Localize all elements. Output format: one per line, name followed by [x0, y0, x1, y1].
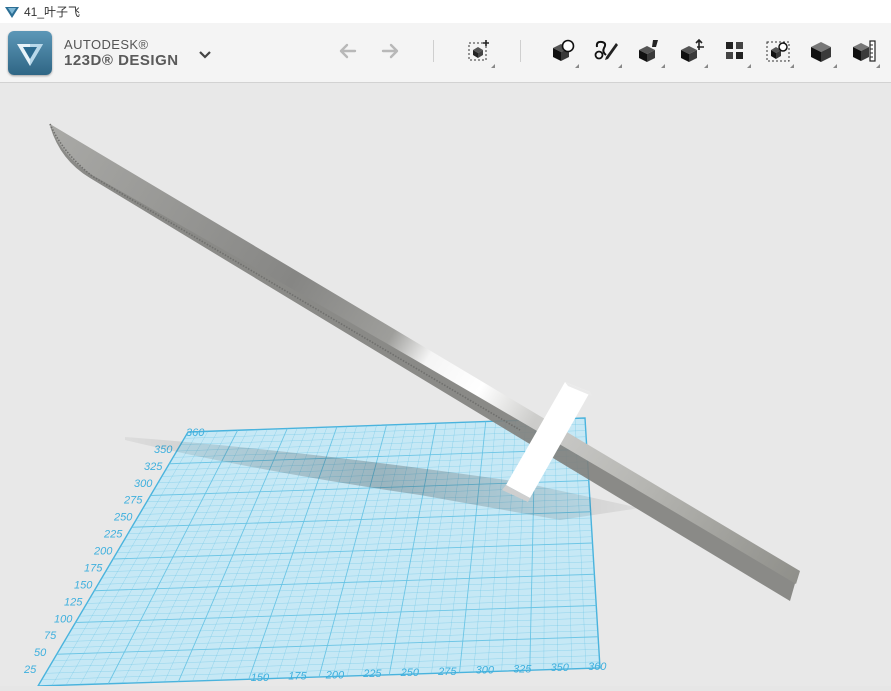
app-logo-icon	[17, 44, 43, 66]
y-axis-tick-label: 325	[144, 461, 163, 473]
dropdown-corner	[704, 64, 708, 68]
brand-product-name: 123D® DESIGN	[64, 52, 179, 69]
modify-button[interactable]	[675, 33, 709, 69]
combine-icon	[811, 42, 831, 62]
dropdown-corner	[790, 64, 794, 68]
y-axis-tick-label: 50	[34, 647, 47, 659]
toolbar-separator	[433, 40, 434, 62]
dropdown-corner	[661, 64, 665, 68]
app-logo[interactable]	[8, 31, 52, 75]
group-button[interactable]	[761, 33, 795, 69]
y-axis-tick-label: 250	[113, 512, 133, 524]
primitives-button[interactable]	[546, 33, 580, 69]
y-axis-tick-label: 125	[64, 596, 83, 608]
x-axis-tick-label: 225	[362, 668, 382, 680]
scene-canvas[interactable]: 25 50 75 100 125 150 175 200 225 250 275 300 325 350 1…	[0, 83, 891, 687]
sketch-icon	[594, 40, 618, 60]
x-axis-tick-label: 250	[400, 667, 420, 679]
x-axis-tick-label: 175	[288, 671, 307, 683]
construct-button[interactable]	[632, 33, 666, 69]
dropdown-corner	[876, 64, 880, 68]
dropdown-corner	[833, 64, 837, 68]
y-axis-tick-label: 100	[54, 613, 73, 625]
construct-icon	[639, 40, 658, 62]
measure-button[interactable]	[847, 33, 881, 69]
window-titlebar: 41_叶子飞	[0, 0, 891, 24]
dropdown-corner	[747, 64, 751, 68]
x-axis-tick-label: 300	[476, 665, 495, 677]
pattern-button[interactable]	[718, 33, 752, 69]
x-axis-tick-label: 350	[551, 662, 570, 674]
undo-icon	[339, 43, 357, 59]
dropdown-corner	[491, 64, 495, 68]
grid-corner-label: 360	[186, 427, 205, 439]
dropdown-corner	[618, 64, 622, 68]
x-axis-tick-label: 360	[588, 661, 607, 673]
pattern-icon	[726, 42, 743, 59]
toolbar-separator	[520, 40, 521, 62]
x-axis-tick-label: 275	[437, 666, 457, 678]
x-axis-tick-label: 325	[513, 663, 532, 675]
main-toolbar: AUTODESK® 123D® DESIGN	[0, 23, 891, 83]
y-axis-tick-label: 175	[84, 562, 103, 574]
primitives-icon	[553, 39, 575, 61]
modify-icon	[681, 38, 704, 62]
sketch-button[interactable]	[589, 33, 623, 69]
app-small-logo-icon	[5, 6, 19, 18]
transform-icon	[468, 40, 489, 61]
transform-button[interactable]	[462, 33, 496, 69]
undo-button[interactable]	[331, 33, 365, 69]
y-axis-tick-label: 300	[134, 478, 153, 490]
redo-icon	[381, 43, 399, 59]
y-axis-tick-label: 200	[93, 546, 113, 558]
y-axis-tick-label: 25	[23, 664, 37, 676]
brand-autodesk: AUTODESK®	[64, 37, 149, 52]
combine-button[interactable]	[804, 33, 838, 69]
redo-button[interactable]	[373, 33, 407, 69]
y-axis-tick-label: 225	[103, 529, 123, 541]
measure-icon	[853, 40, 876, 62]
dropdown-corner	[575, 64, 579, 68]
x-axis-tick-label: 150	[251, 672, 270, 684]
x-axis-tick-label: 200	[325, 669, 345, 681]
group-icon	[766, 41, 790, 62]
y-axis-tick-label: 275	[123, 495, 143, 507]
y-axis-tick-label: 150	[74, 579, 93, 591]
app-menu-chevron-icon[interactable]	[196, 49, 214, 61]
y-axis-tick-label: 75	[44, 630, 57, 642]
3d-viewport[interactable]: 25 50 75 100 125 150 175 200 225 250 275 300 325 350 1…	[0, 83, 891, 687]
window-title: 41_叶子飞	[24, 5, 81, 19]
